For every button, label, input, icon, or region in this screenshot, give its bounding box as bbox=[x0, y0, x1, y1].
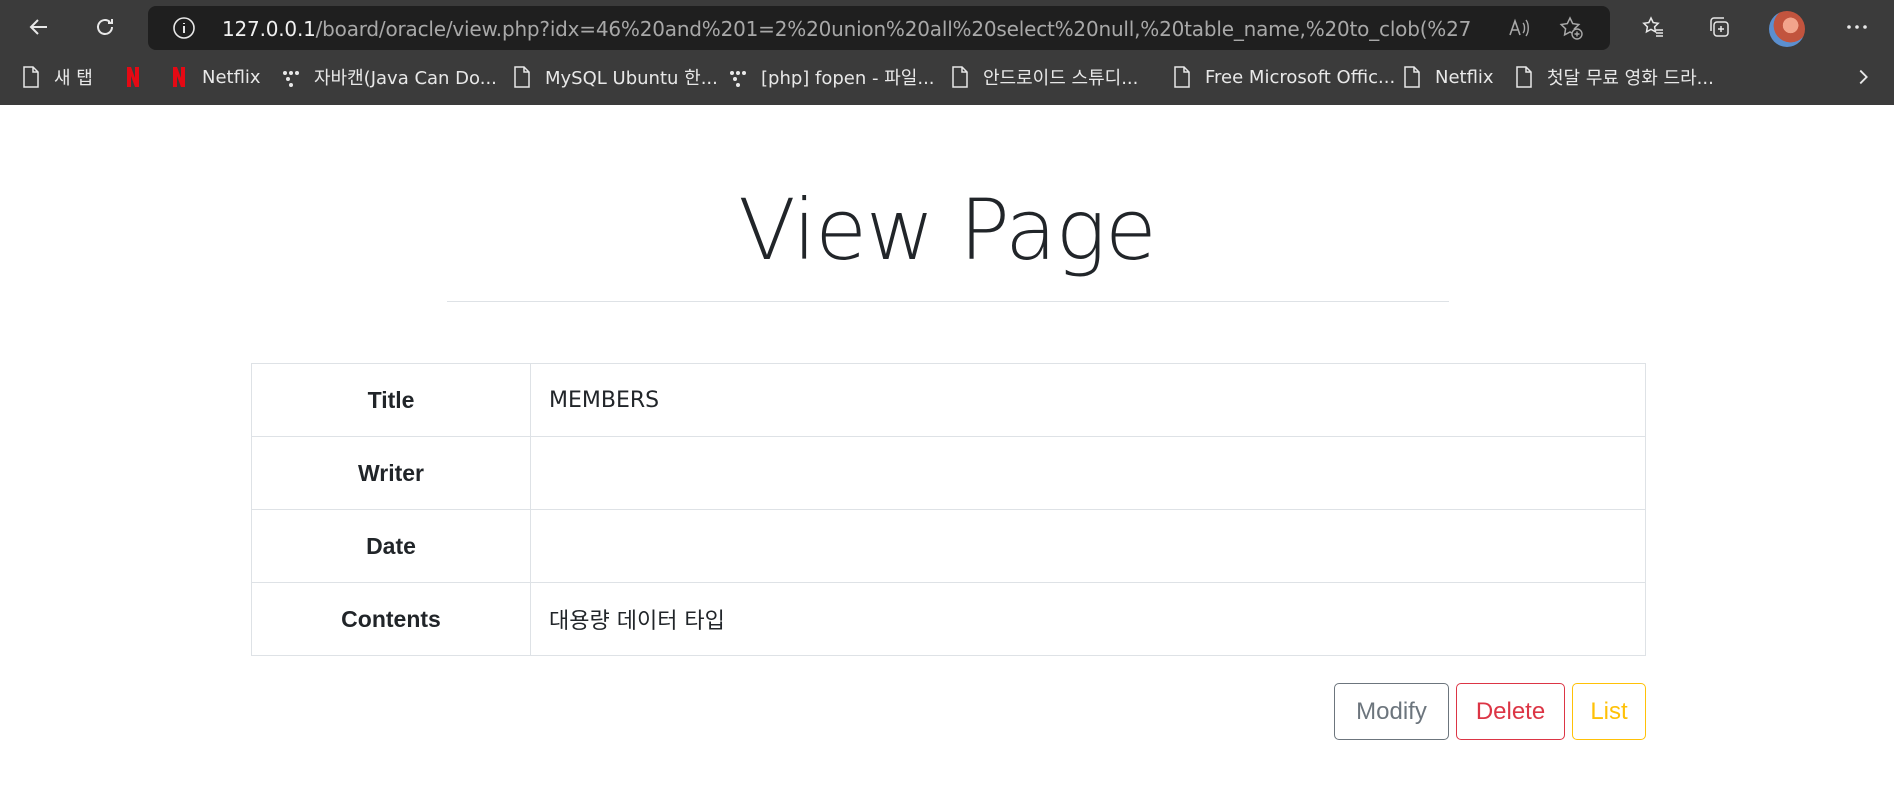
bookmark-item[interactable]: 첫달 무료 영화 드라... bbox=[1513, 62, 1714, 92]
page-title: View Page bbox=[738, 181, 1156, 279]
favorites-list-icon bbox=[1642, 16, 1663, 37]
writer-value bbox=[530, 436, 1646, 510]
table-row: Contents 대용량 데이터 타입 bbox=[251, 582, 1646, 656]
bookmark-label: Netflix bbox=[202, 66, 261, 88]
url-path: /board/oracle/view.php?idx=46%20and%201=… bbox=[315, 17, 1472, 41]
title-label: Title bbox=[251, 363, 531, 437]
more-menu-button[interactable] bbox=[1838, 8, 1876, 46]
address-bar[interactable]: 127.0.0.1/board/oracle/view.php?idx=46%2… bbox=[148, 6, 1610, 50]
browser-toolbar: 127.0.0.1/board/oracle/view.php?idx=46%2… bbox=[0, 0, 1894, 54]
table-row: Writer bbox=[251, 436, 1646, 510]
bookmark-item[interactable]: Free Microsoft Offic... bbox=[1171, 62, 1395, 92]
reload-icon bbox=[97, 19, 113, 35]
contents-label: Contents bbox=[251, 582, 531, 656]
page-icon bbox=[511, 65, 533, 89]
netflix-icon bbox=[168, 65, 190, 89]
back-button[interactable] bbox=[20, 8, 58, 46]
bookmark-item[interactable]: MySQL Ubuntu 한... bbox=[511, 62, 718, 92]
bookmark-item[interactable]: [php] fopen - 파일... bbox=[727, 62, 935, 92]
chevron-right-icon bbox=[1859, 69, 1868, 85]
writer-label: Writer bbox=[251, 436, 531, 510]
bookmark-label: 첫달 무료 영화 드라... bbox=[1547, 68, 1714, 89]
title-divider bbox=[447, 301, 1449, 302]
list-button[interactable]: List bbox=[1572, 683, 1646, 740]
netflix-icon bbox=[122, 65, 144, 89]
bookmark-label: [php] fopen - 파일... bbox=[761, 68, 935, 89]
delete-button[interactable]: Delete bbox=[1456, 683, 1565, 740]
read-aloud-icon[interactable] bbox=[1506, 15, 1532, 41]
bookmark-item[interactable]: 안드로이드 스튜디... bbox=[949, 62, 1138, 92]
post-detail-table: Title MEMBERS Writer Date Contents 대용량 데… bbox=[251, 363, 1646, 656]
info-icon[interactable] bbox=[172, 16, 196, 40]
page-icon bbox=[1513, 65, 1535, 89]
table-row: Title MEMBERS bbox=[251, 363, 1646, 437]
browser-chrome: 127.0.0.1/board/oracle/view.php?idx=46%2… bbox=[0, 0, 1894, 105]
dots-icon bbox=[727, 65, 749, 89]
bookmark-item[interactable]: Netflix bbox=[1401, 62, 1494, 92]
profile-avatar[interactable] bbox=[1769, 11, 1805, 47]
add-favorite-icon[interactable] bbox=[1558, 15, 1584, 41]
bookmark-label: 새 탭 bbox=[54, 68, 93, 89]
bookmark-label: Free Microsoft Offic... bbox=[1205, 66, 1396, 88]
bookmark-item[interactable]: 자바캔(Java Can Do... bbox=[280, 62, 497, 92]
date-value bbox=[530, 509, 1646, 583]
dots-icon bbox=[280, 65, 302, 89]
page-icon bbox=[1171, 65, 1193, 89]
bookmark-item[interactable]: 새 탭 bbox=[20, 62, 93, 92]
favorites-button[interactable] bbox=[1634, 8, 1672, 46]
url-host: 127.0.0.1 bbox=[222, 17, 316, 41]
arrow-left-icon bbox=[29, 19, 47, 35]
page-icon bbox=[1401, 65, 1423, 89]
bookmarks-bar: 새 탭 Netflix 자바캔(Java Can Do... MySQL Ubu… bbox=[0, 58, 1894, 96]
contents-value: 대용량 데이터 타입 bbox=[530, 582, 1646, 656]
bookmark-label: MySQL Ubuntu 한... bbox=[545, 68, 718, 89]
modify-button[interactable]: Modify bbox=[1334, 683, 1449, 740]
bookmark-item[interactable]: Netflix bbox=[168, 62, 261, 92]
table-row: Date bbox=[251, 509, 1646, 583]
address-url[interactable]: 127.0.0.1/board/oracle/view.php?idx=46%2… bbox=[222, 17, 1472, 41]
collections-icon bbox=[1710, 17, 1729, 37]
page-icon bbox=[949, 65, 971, 89]
page-icon bbox=[20, 65, 42, 89]
more-dots-icon bbox=[1847, 25, 1867, 29]
bookmark-item[interactable] bbox=[122, 62, 156, 92]
title-value: MEMBERS bbox=[530, 363, 1646, 437]
collections-button[interactable] bbox=[1700, 8, 1738, 46]
reload-button[interactable] bbox=[86, 8, 124, 46]
bookmark-label: Netflix bbox=[1435, 66, 1494, 88]
bookmark-label: 자바캔(Java Can Do... bbox=[314, 68, 497, 89]
date-label: Date bbox=[251, 509, 531, 583]
bookmarks-overflow-button[interactable] bbox=[1848, 62, 1878, 92]
bookmark-label: 안드로이드 스튜디... bbox=[983, 68, 1139, 89]
